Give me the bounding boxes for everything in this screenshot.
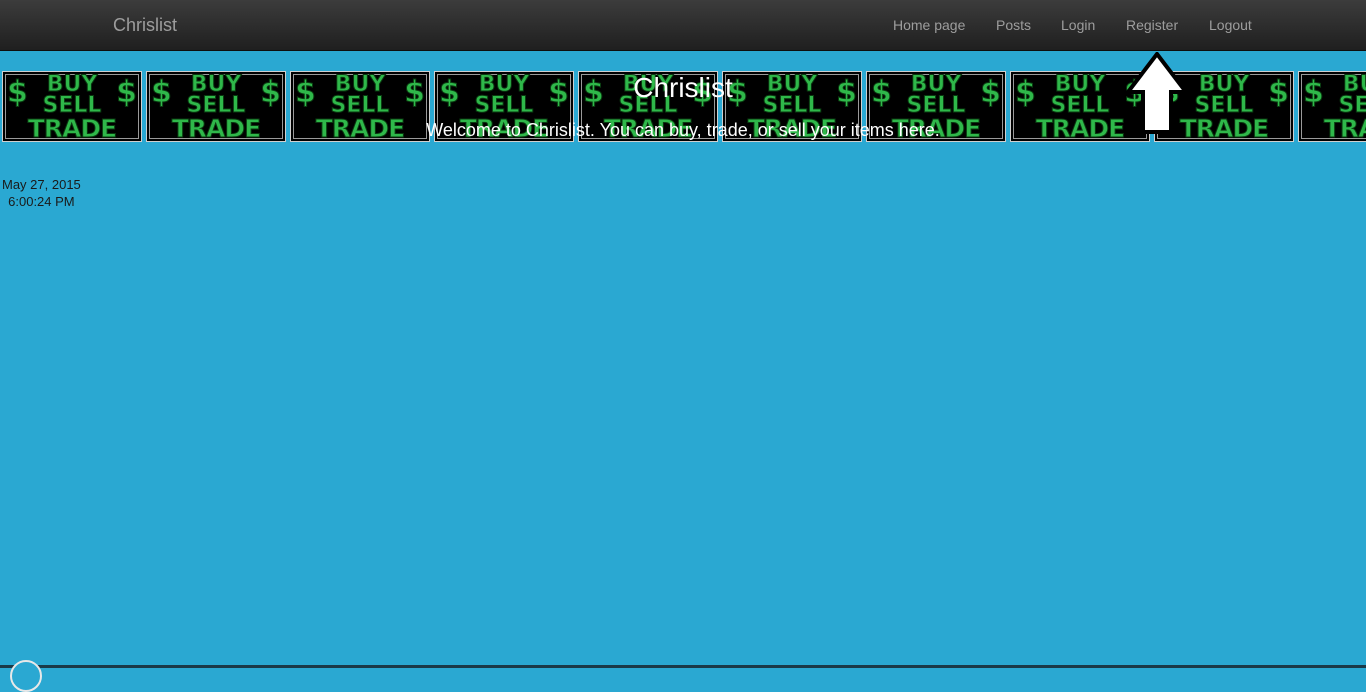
- nav-link-home-page[interactable]: Home page: [893, 0, 965, 50]
- up-arrow-icon: [1126, 52, 1188, 134]
- bottom-circle-icon: [10, 660, 42, 692]
- nav-link-login[interactable]: Login: [1061, 0, 1095, 50]
- brand-link[interactable]: Chrislist: [113, 15, 177, 35]
- date-time-clock: May 27, 2015 6:00:24 PM: [2, 176, 81, 210]
- clock-time: 6:00:24 PM: [8, 194, 75, 209]
- clock-date: May 27, 2015: [2, 177, 81, 192]
- nav-link-register[interactable]: Register: [1126, 0, 1178, 50]
- nav-link-posts[interactable]: Posts: [996, 0, 1031, 50]
- top-navbar: Chrislist Home page Posts Login Register…: [0, 0, 1366, 51]
- nav-link-logout[interactable]: Logout: [1209, 0, 1252, 50]
